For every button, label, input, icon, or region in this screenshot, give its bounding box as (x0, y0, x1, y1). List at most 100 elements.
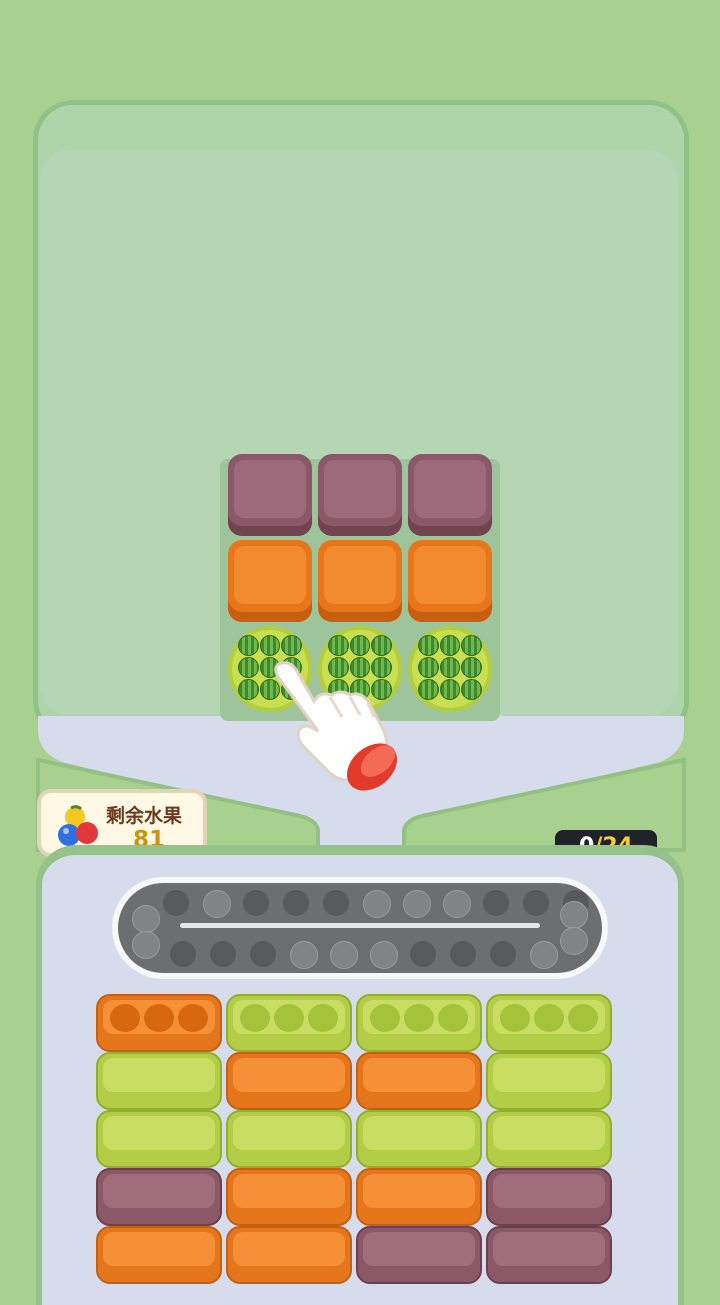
conveyor-slot (530, 941, 558, 969)
conveyor-slot (410, 941, 436, 967)
purple-tile[interactable] (318, 454, 402, 536)
crate-slot (370, 1004, 400, 1032)
watermelon-icon (439, 635, 461, 656)
conveyor-rail (180, 923, 540, 928)
watermelon-icon (461, 635, 482, 656)
watermelon-icon (461, 679, 482, 700)
watermelon-icon (439, 679, 461, 700)
crate-lid (493, 1058, 605, 1092)
crate-lid (103, 1232, 215, 1266)
orange-tile[interactable] (318, 540, 402, 622)
green-crate (486, 994, 612, 1052)
conveyor-slot (283, 890, 309, 916)
crate-slot (144, 1004, 174, 1032)
watermelon-icon (439, 657, 461, 678)
watermelon-icon (418, 657, 439, 678)
crate-slot (534, 1004, 564, 1032)
conveyor-slot (560, 927, 588, 955)
fruit-cluster-icon (58, 805, 98, 846)
crate-slots (110, 1004, 208, 1032)
conveyor-slot (523, 890, 549, 916)
conveyor-slot (323, 890, 349, 916)
crate-slot (568, 1004, 598, 1032)
purple-tile[interactable] (228, 454, 312, 536)
conveyor-slot (163, 890, 189, 916)
crate-lid (363, 1116, 475, 1150)
watermelon-cluster (418, 635, 482, 700)
orange-crate (226, 1052, 352, 1110)
watermelon-tile[interactable] (408, 626, 492, 712)
green-crate (96, 1052, 222, 1110)
crate-slot (404, 1004, 434, 1032)
green-crate (356, 1110, 482, 1168)
green-crate (486, 1110, 612, 1168)
green-crate (96, 1110, 222, 1168)
watermelon-icon (238, 679, 259, 700)
crate-slot (500, 1004, 530, 1032)
conveyor-slot (243, 890, 269, 916)
green-crate (226, 1110, 352, 1168)
orange-tile-face (324, 546, 396, 604)
crate-lid (233, 1116, 345, 1150)
orange-crate (96, 1226, 222, 1284)
crate-lid (493, 1174, 605, 1208)
conveyor-slot (483, 890, 509, 916)
remaining-fruit-label: 剩余水果 (106, 805, 183, 827)
orange-crate (226, 1226, 352, 1284)
watermelon-icon (461, 657, 482, 678)
watermelon-icon (328, 635, 349, 656)
green-crate (356, 994, 482, 1052)
conveyor-slot (443, 890, 471, 918)
conveyor-slot (210, 941, 236, 967)
watermelon-icon (349, 635, 371, 656)
watermelon-icon (418, 635, 439, 656)
crate-lid (103, 1174, 215, 1208)
crate-slot (308, 1004, 338, 1032)
conveyor-slot (330, 941, 358, 969)
orange-tile-face (414, 546, 486, 604)
crate-slot (438, 1004, 468, 1032)
conveyor-slot (132, 931, 160, 959)
conveyor-slot (450, 941, 476, 967)
conveyor-slot (490, 941, 516, 967)
conveyor-slot (403, 890, 431, 918)
orange-crate (356, 1168, 482, 1226)
conveyor-slot (370, 941, 398, 969)
watermelon-icon (281, 635, 302, 656)
watermelon-icon (238, 657, 259, 678)
purple-crate (356, 1226, 482, 1284)
green-crate (486, 1052, 612, 1110)
purple-crate (96, 1168, 222, 1226)
conveyor-slot (203, 890, 231, 918)
conveyor-slot (363, 890, 391, 918)
crate-lid (233, 1232, 345, 1266)
crate-lid (103, 1116, 215, 1150)
purple-tile[interactable] (408, 454, 492, 536)
watermelon-icon (418, 679, 439, 700)
crate-slots (500, 1004, 598, 1032)
conveyor-slot (250, 941, 276, 967)
green-crate (226, 994, 352, 1052)
watermelon-icon (371, 635, 392, 656)
purple-tile-face (324, 460, 396, 518)
orange-tile[interactable] (408, 540, 492, 622)
watermelon-icon (259, 635, 281, 656)
crate-slots (240, 1004, 338, 1032)
conveyor-slot (132, 905, 160, 933)
crate-lid (493, 1232, 605, 1266)
crate-lid (363, 1174, 475, 1208)
watermelon-icon (238, 635, 259, 656)
crate-slot (274, 1004, 304, 1032)
orange-crate (226, 1168, 352, 1226)
crate-lid (233, 1174, 345, 1208)
conveyor-slot (170, 941, 196, 967)
crate-lid (103, 1058, 215, 1092)
purple-tile-face (414, 460, 486, 518)
crate-lid (233, 1058, 345, 1092)
orange-tile[interactable] (228, 540, 312, 622)
crate-lid (493, 1116, 605, 1150)
crate-slots (370, 1004, 468, 1032)
conveyor-slot (560, 901, 588, 929)
crate-slot (240, 1004, 270, 1032)
crate-slot (110, 1004, 140, 1032)
